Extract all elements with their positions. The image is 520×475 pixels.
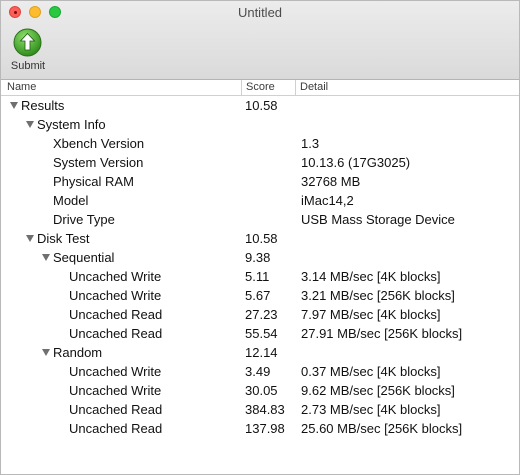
app-window: Untitled Submit Name Score Detail Result… <box>0 0 520 475</box>
row-name: System Info <box>37 117 106 132</box>
disclosure-triangle-icon[interactable] <box>42 349 50 356</box>
outline-row[interactable]: System Info <box>1 115 519 134</box>
row-score: 10.58 <box>245 231 278 246</box>
row-detail: 10.13.6 (17G3025) <box>301 155 411 170</box>
outline-rows: Results 10.58 System Info Xbench Version 1.3… <box>1 96 519 438</box>
row-name: System Version <box>53 155 144 170</box>
row-name: Model <box>53 193 89 208</box>
row-detail: 32768 MB <box>301 174 361 189</box>
column-divider[interactable] <box>241 80 242 95</box>
row-name: Sequential <box>53 250 115 265</box>
row-detail: 3.14 MB/sec [4K blocks] <box>301 269 441 284</box>
row-detail: 7.97 MB/sec [4K blocks] <box>301 307 441 322</box>
row-detail: 2.73 MB/sec [4K blocks] <box>301 402 441 417</box>
outline-row[interactable]: Uncached Write 5.67 3.21 MB/sec [256K bloc… <box>1 286 519 305</box>
row-name: Results <box>21 98 65 113</box>
row-name: Xbench Version <box>53 136 145 151</box>
row-name: Uncached Read <box>69 402 163 417</box>
row-detail: 27.91 MB/sec [256K blocks] <box>301 326 463 341</box>
row-name: Uncached Read <box>69 421 163 436</box>
row-score: 10.58 <box>245 98 278 113</box>
row-detail: USB Mass Storage Device <box>301 212 455 227</box>
row-score: 5.67 <box>245 288 271 303</box>
row-score: 27.23 <box>245 307 278 322</box>
submit-button[interactable]: Submit <box>7 28 49 74</box>
submit-label: Submit <box>10 60 46 72</box>
row-detail: 1.3 <box>301 136 320 151</box>
row-score: 384.83 <box>245 402 285 417</box>
outline-row[interactable]: Random 12.14 <box>1 343 519 362</box>
row-name: Uncached Read <box>69 307 163 322</box>
outline-row[interactable]: Uncached Read 55.54 27.91 MB/sec [256K blo… <box>1 324 519 343</box>
upload-arrow-icon <box>13 28 42 57</box>
row-name: Random <box>53 345 103 360</box>
row-name: Uncached Write <box>69 269 162 284</box>
outline-row[interactable]: Uncached Write 30.05 9.62 MB/sec [256K blo… <box>1 381 519 400</box>
row-detail: 25.60 MB/sec [256K blocks] <box>301 421 463 436</box>
column-header-name[interactable]: Name <box>7 81 36 93</box>
row-name: Disk Test <box>37 231 90 246</box>
outline-row[interactable]: Uncached Read 384.83 2.73 MB/sec [4K block… <box>1 400 519 419</box>
outline-row[interactable]: Uncached Write 3.49 0.37 MB/sec [4K blocks… <box>1 362 519 381</box>
row-detail: 3.21 MB/sec [256K blocks] <box>301 288 455 303</box>
disclosure-triangle-icon[interactable] <box>10 102 18 109</box>
outline-row[interactable]: Uncached Write 5.11 3.14 MB/sec [4K blocks… <box>1 267 519 286</box>
outline-row[interactable]: Uncached Read 27.23 7.97 MB/sec [4K blocks… <box>1 305 519 324</box>
outline-row[interactable]: Uncached Read 137.98 25.60 MB/sec [256K bl… <box>1 419 519 438</box>
row-detail: iMac14,2 <box>301 193 354 208</box>
disclosure-triangle-icon[interactable] <box>26 121 34 128</box>
row-score: 9.38 <box>245 250 271 265</box>
outline-row[interactable]: Disk Test 10.58 <box>1 229 519 248</box>
row-score: 55.54 <box>245 326 278 341</box>
column-divider[interactable] <box>295 80 296 95</box>
row-score: 137.98 <box>245 421 285 436</box>
disclosure-triangle-icon[interactable] <box>42 254 50 261</box>
row-score: 3.49 <box>245 364 271 379</box>
row-score: 5.11 <box>245 269 270 284</box>
row-detail: 0.37 MB/sec [4K blocks] <box>301 364 441 379</box>
outline-row[interactable]: Drive Type USB Mass Storage Device <box>1 210 519 229</box>
outline-header: Name Score Detail <box>1 80 519 96</box>
row-name: Physical RAM <box>53 174 134 189</box>
row-name: Uncached Write <box>69 288 162 303</box>
row-detail: 9.62 MB/sec [256K blocks] <box>301 383 455 398</box>
column-header-score[interactable]: Score <box>246 81 275 93</box>
outline-row[interactable]: Xbench Version 1.3 <box>1 134 519 153</box>
outline-row[interactable]: Results 10.58 <box>1 96 519 115</box>
row-name: Uncached Write <box>69 383 162 398</box>
window-title: Untitled <box>237 5 283 20</box>
column-header-detail[interactable]: Detail <box>300 81 328 93</box>
row-name: Drive Type <box>53 212 115 227</box>
row-score: 30.05 <box>245 383 278 398</box>
outline-row[interactable]: System Version 10.13.6 (17G3025) <box>1 153 519 172</box>
outline-row[interactable]: Model iMac14,2 <box>1 191 519 210</box>
outline-row[interactable]: Physical RAM 32768 MB <box>1 172 519 191</box>
disclosure-triangle-icon[interactable] <box>26 235 34 242</box>
row-name: Uncached Read <box>69 326 163 341</box>
row-score: 12.14 <box>245 345 278 360</box>
outline-row[interactable]: Sequential 9.38 <box>1 248 519 267</box>
row-name: Uncached Write <box>69 364 162 379</box>
title-bar: Untitled Submit <box>1 1 519 80</box>
